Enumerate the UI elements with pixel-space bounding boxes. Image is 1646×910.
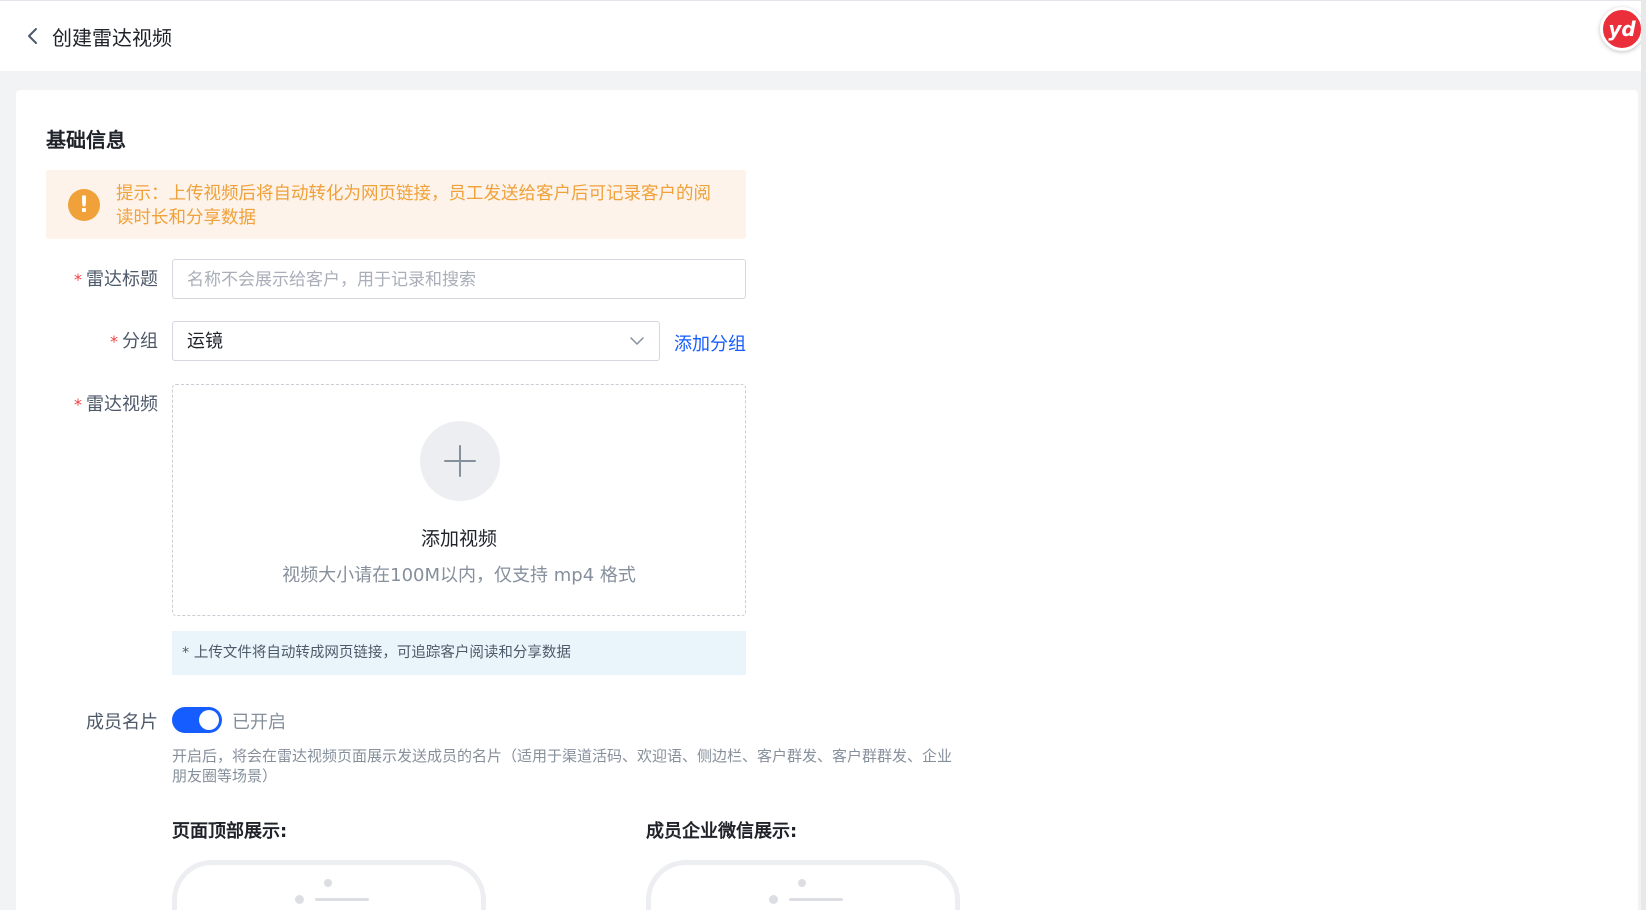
section-title: 基础信息: [46, 128, 126, 152]
video-upload-area[interactable]: 添加视频 视频大小请在100M以内，仅支持 mp4 格式: [172, 384, 746, 616]
title-label: * 雷达标题: [8, 265, 158, 291]
chevron-left-icon: [28, 28, 37, 44]
title-input-placeholder: 名称不会展示给客户，用于记录和搜索: [187, 270, 476, 290]
avatar[interactable]: yd: [1600, 7, 1644, 51]
warning-icon: !: [68, 189, 100, 221]
phone-sensor: [295, 895, 304, 904]
title-label-text: 雷达标题: [86, 269, 158, 290]
group-select-value: 运镜: [187, 331, 223, 352]
page-title: 创建雷达视频: [52, 26, 172, 50]
phone-sensor: [769, 895, 778, 904]
title-input[interactable]: 名称不会展示给客户，用于记录和搜索: [172, 259, 746, 299]
group-select[interactable]: 运镜: [172, 321, 660, 361]
back-button[interactable]: [20, 23, 46, 49]
group-label: * 分组: [8, 327, 158, 353]
preview-top-title: 页面顶部展示:: [172, 821, 288, 842]
tip-text: 提示：上传视频后将自动转化为网页链接，员工发送给客户后可记录客户的阅读时长和分享…: [116, 184, 711, 228]
tip-banner: ! 提示：上传视频后将自动转化为网页链接，员工发送给客户后可记录客户的阅读时长和…: [46, 170, 746, 239]
phone-camera: [798, 879, 806, 887]
top-header: 创建雷达视频 yd: [0, 0, 1646, 71]
member-card-description: 开启后，将会在雷达视频页面展示发送成员的名片（适用于渠道活码、欢迎语、侧边栏、客…: [172, 747, 953, 785]
group-label-text: 分组: [122, 331, 158, 352]
phone-speaker: [789, 898, 843, 901]
toggle-knob: [199, 710, 219, 730]
phone-speaker: [315, 898, 369, 901]
upload-hint: 视频大小请在100M以内，仅支持 mp4 格式: [282, 565, 636, 586]
required-mark: *: [74, 270, 82, 289]
upload-title: 添加视频: [420, 528, 497, 550]
phone-preview-top: [172, 860, 486, 910]
toggle-status: 已开启: [232, 712, 286, 733]
add-group-link[interactable]: 添加分组: [674, 330, 746, 356]
required-mark: *: [110, 332, 118, 351]
phone-preview-wecom: [646, 860, 960, 910]
preview-wecom-title: 成员企业微信展示:: [646, 821, 798, 842]
video-label: * 雷达视频: [8, 390, 158, 416]
page-scrollbar[interactable]: [1641, 0, 1646, 910]
required-mark: *: [74, 395, 82, 414]
chevron-down-icon: [630, 337, 644, 345]
plus-icon: [444, 445, 476, 477]
upload-info-bar: * 上传文件将自动转成网页链接，可追踪客户阅读和分享数据: [172, 631, 746, 675]
video-label-text: 雷达视频: [86, 394, 158, 415]
phone-camera: [324, 879, 332, 887]
add-video-button[interactable]: [420, 421, 500, 501]
member-card-label: 成员名片: [86, 712, 158, 733]
member-card-toggle[interactable]: [172, 707, 222, 733]
